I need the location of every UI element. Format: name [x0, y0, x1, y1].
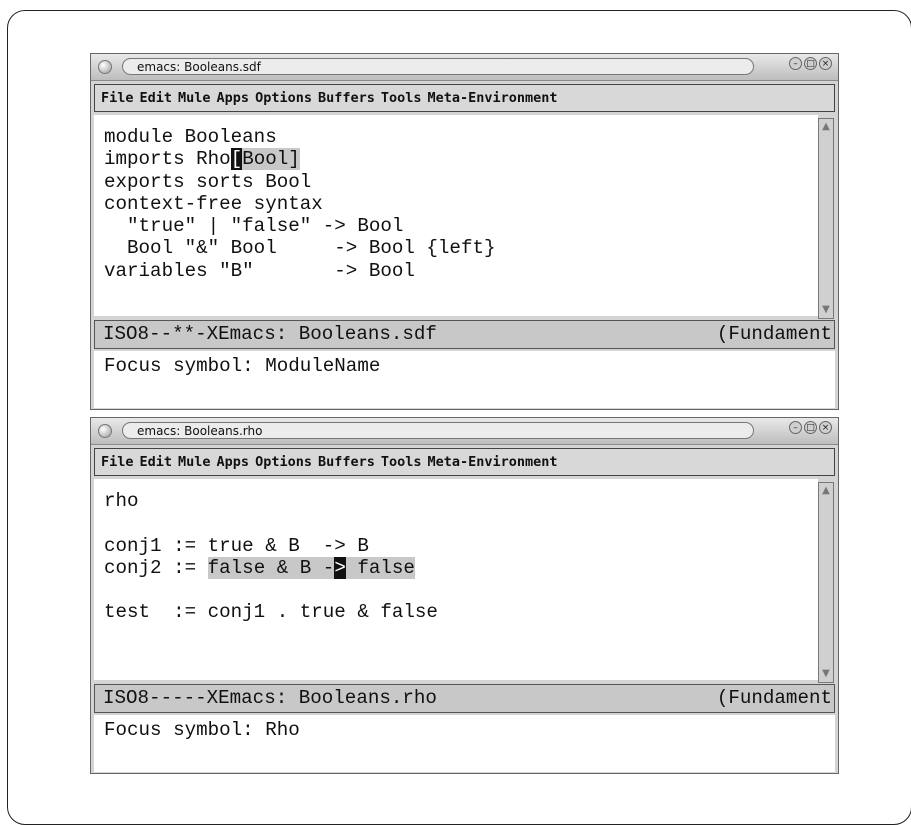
echo-message: Focus symbol: Rho — [104, 719, 300, 741]
code-line: Bool "&" Bool -> Bool {left} — [104, 237, 496, 260]
code-text: conj2 := — [104, 556, 208, 579]
buffer-text: rho conj1 := true & B -> Bconj2 := false … — [104, 490, 438, 624]
code-text: imports Rho — [104, 148, 231, 171]
menu-mule[interactable]: Mule — [172, 449, 211, 475]
emacs-window-sdf: emacs: Booleans.sdf – □ × File Edit Mule Ap… — [90, 53, 839, 410]
title-pill: emacs: Booleans.sdf — [122, 58, 754, 75]
code-line: test := conj1 . true & false — [104, 601, 438, 623]
mode-line-buffer-info: ISO8-----XEmacs: Booleans.rho — [103, 687, 437, 709]
menu-apps[interactable]: Apps — [211, 449, 250, 475]
menu-meta-environment[interactable]: Meta-Environment — [422, 85, 558, 111]
code-line: module Booleans — [104, 126, 496, 148]
code-line: exports sorts Bool — [104, 171, 496, 193]
title-bar[interactable]: emacs: Booleans.sdf – □ × — [91, 54, 838, 81]
code-text: conj1 := true & B -> B — [104, 534, 369, 557]
mode-line: ISO8-----XEmacs: Booleans.rho (Fundament — [94, 684, 835, 713]
emacs-window-rho: emacs: Booleans.rho – □ × File Edit Mule Ap… — [90, 417, 839, 774]
window-menu-icon[interactable] — [98, 424, 112, 438]
menu-apps[interactable]: Apps — [211, 85, 250, 111]
menu-options[interactable]: Options — [249, 449, 312, 475]
menu-options[interactable]: Options — [249, 85, 312, 111]
window-menu-icon[interactable] — [98, 60, 112, 74]
vertical-scrollbar[interactable]: ▲ ▼ — [818, 118, 834, 319]
menu-tools[interactable]: Tools — [375, 85, 422, 111]
minimize-icon[interactable]: – — [789, 421, 802, 434]
minimize-icon[interactable]: – — [789, 57, 802, 70]
menu-edit[interactable]: Edit — [134, 85, 173, 111]
menu-bar: File Edit Mule Apps Options Buffers Tools Meta-… — [94, 448, 835, 476]
title-pill: emacs: Booleans.rho — [122, 422, 754, 439]
mode-line-major-mode: (Fundament — [716, 687, 832, 709]
menu-tools[interactable]: Tools — [375, 449, 422, 475]
text-cursor: > — [334, 556, 346, 579]
maximize-icon[interactable]: □ — [804, 421, 817, 434]
selection-highlight: Bool] — [242, 148, 300, 171]
maximize-icon[interactable]: □ — [804, 57, 817, 70]
code-text: Bool "&" Bool -> Bool {left} — [104, 237, 496, 260]
echo-area: Focus symbol: Rho — [94, 715, 835, 772]
editor-text-area[interactable]: rho conj1 := true & B -> Bconj2 := false … — [94, 479, 818, 680]
code-text: context-free syntax — [104, 192, 323, 215]
scroll-up-arrow-icon[interactable]: ▲ — [820, 485, 832, 497]
editor-text-area[interactable]: module Booleans imports Rho[Bool] exports … — [94, 115, 818, 316]
code-text: rho — [104, 490, 139, 512]
scroll-up-arrow-icon[interactable]: ▲ — [820, 121, 832, 133]
menu-bar: File Edit Mule Apps Options Buffers Tools Meta-… — [94, 84, 835, 112]
menu-mule[interactable]: Mule — [172, 85, 211, 111]
echo-area: Focus symbol: ModuleName — [94, 351, 835, 408]
title-bar[interactable]: emacs: Booleans.rho – □ × — [91, 418, 838, 445]
scroll-down-arrow-icon[interactable]: ▼ — [820, 668, 832, 680]
window-controls: – □ × — [787, 57, 832, 70]
code-line: "true" | "false" -> Bool — [104, 215, 496, 237]
menu-edit[interactable]: Edit — [134, 449, 173, 475]
code-text: test := conj1 . true & false — [104, 601, 438, 624]
code-line: conj2 := false & B -> false — [104, 556, 438, 579]
close-icon[interactable]: × — [819, 421, 832, 434]
code-line: rho — [104, 490, 438, 512]
mode-line-major-mode: (Fundament — [716, 323, 832, 345]
code-text: variables "B" -> Bool — [104, 259, 415, 282]
menu-buffers[interactable]: Buffers — [312, 449, 375, 475]
code-text: module Booleans — [104, 126, 277, 148]
code-line: conj1 := true & B -> B — [104, 535, 438, 557]
menu-meta-environment[interactable]: Meta-Environment — [422, 449, 558, 475]
text-cursor: [ — [230, 148, 243, 171]
mode-line-buffer-info: ISO8--**-XEmacs: Booleans.sdf — [103, 323, 437, 345]
code-text: "true" | "false" -> Bool — [104, 215, 404, 238]
menu-buffers[interactable]: Buffers — [312, 85, 375, 111]
code-line: context-free syntax — [104, 193, 496, 215]
menu-file[interactable]: File — [95, 449, 134, 475]
code-line: variables "B" -> Bool — [104, 260, 496, 282]
window-title: emacs: Booleans.rho — [137, 424, 263, 438]
close-icon[interactable]: × — [819, 57, 832, 70]
echo-message: Focus symbol: ModuleName — [104, 355, 381, 377]
selection-highlight: false — [345, 556, 415, 579]
scroll-down-arrow-icon[interactable]: ▼ — [820, 304, 832, 316]
window-controls: – □ × — [787, 421, 832, 434]
code-text: exports sorts Bool — [104, 170, 312, 193]
code-line: imports Rho[Bool] — [104, 148, 496, 171]
mode-line: ISO8--**-XEmacs: Booleans.sdf (Fundament — [94, 320, 835, 349]
selection-highlight: false & B - — [207, 556, 335, 579]
buffer-text: module Booleans imports Rho[Bool] exports … — [104, 126, 496, 282]
window-title: emacs: Booleans.sdf — [137, 60, 261, 74]
vertical-scrollbar[interactable]: ▲ ▼ — [818, 482, 834, 683]
menu-file[interactable]: File — [95, 85, 134, 111]
